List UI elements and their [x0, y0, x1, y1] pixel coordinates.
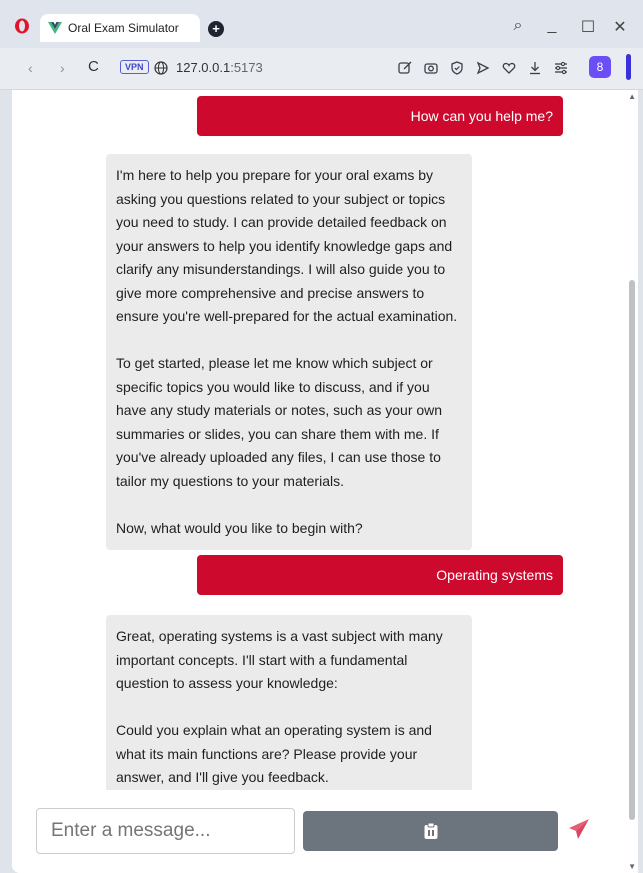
vpn-badge[interactable]: VPN — [120, 60, 149, 74]
download-icon[interactable] — [526, 60, 544, 76]
page-scrollbar[interactable]: ▲ ▼ — [626, 90, 638, 873]
message-paragraph: I'm here to help you prepare for your or… — [116, 167, 458, 324]
url-host: 127.0.0.1 — [176, 60, 231, 75]
message-paragraph: Could you explain what an operating syst… — [116, 722, 432, 785]
browser-window: Oral Exam Simulator + ⌕ _ ☐ ✕ ‹ › C VPN … — [0, 0, 643, 873]
back-button[interactable]: ‹ — [28, 60, 33, 76]
send-arrow-icon[interactable] — [474, 60, 492, 76]
tab-strip: Oral Exam Simulator + ⌕ _ ☐ ✕ — [0, 0, 643, 48]
scroll-down-arrow-icon[interactable]: ▼ — [628, 862, 636, 871]
opera-logo-icon[interactable] — [14, 18, 30, 34]
close-window-button[interactable]: ✕ — [610, 17, 630, 37]
profile-avatar[interactable]: 8 — [589, 56, 611, 78]
edit-page-icon[interactable] — [396, 60, 414, 76]
assistant-message: Great, operating systems is a vast subje… — [106, 615, 472, 800]
maximize-button[interactable]: ☐ — [578, 17, 598, 37]
message-input[interactable] — [36, 808, 295, 854]
globe-icon[interactable] — [154, 61, 168, 75]
user-message: Operating systems — [197, 555, 563, 595]
camera-icon[interactable] — [422, 60, 440, 76]
chat-page: How can you help me? I'm here to help yo… — [12, 90, 638, 873]
forward-button[interactable]: › — [60, 60, 65, 76]
search-tabs-icon[interactable]: ⌕ — [508, 17, 528, 35]
scroll-thumb[interactable] — [629, 280, 635, 820]
message-paragraph: Great, operating systems is a vast subje… — [116, 628, 443, 691]
message-paragraph: To get started, please let me know which… — [116, 355, 443, 489]
clipboard-icon — [424, 822, 437, 839]
user-message: How can you help me? — [197, 96, 563, 136]
address-bar: ‹ › C VPN 127.0.0.1:5173 8 — [0, 48, 643, 90]
easy-setup-icon[interactable] — [552, 60, 570, 76]
reload-button[interactable]: C — [88, 58, 99, 75]
scroll-up-arrow-icon[interactable]: ▲ — [628, 92, 636, 101]
paper-plane-icon[interactable] — [568, 818, 590, 840]
upload-file-button[interactable] — [303, 811, 558, 851]
tab-oral-exam-simulator[interactable]: Oral Exam Simulator — [40, 14, 200, 42]
assistant-message: I'm here to help you prepare for your or… — [106, 154, 472, 550]
url-text[interactable]: 127.0.0.1:5173 — [176, 60, 263, 75]
shield-icon[interactable] — [448, 60, 466, 76]
sidebar-toggle[interactable] — [626, 54, 631, 80]
message-paragraph: Now, what would you like to begin with? — [116, 519, 363, 536]
heart-icon[interactable] — [500, 60, 518, 76]
new-tab-button[interactable]: + — [208, 21, 224, 37]
minimize-button[interactable]: _ — [542, 17, 562, 35]
vue-logo-icon — [48, 22, 62, 34]
url-port: :5173 — [230, 60, 263, 75]
tab-title: Oral Exam Simulator — [68, 21, 179, 35]
message-composer — [12, 790, 626, 873]
